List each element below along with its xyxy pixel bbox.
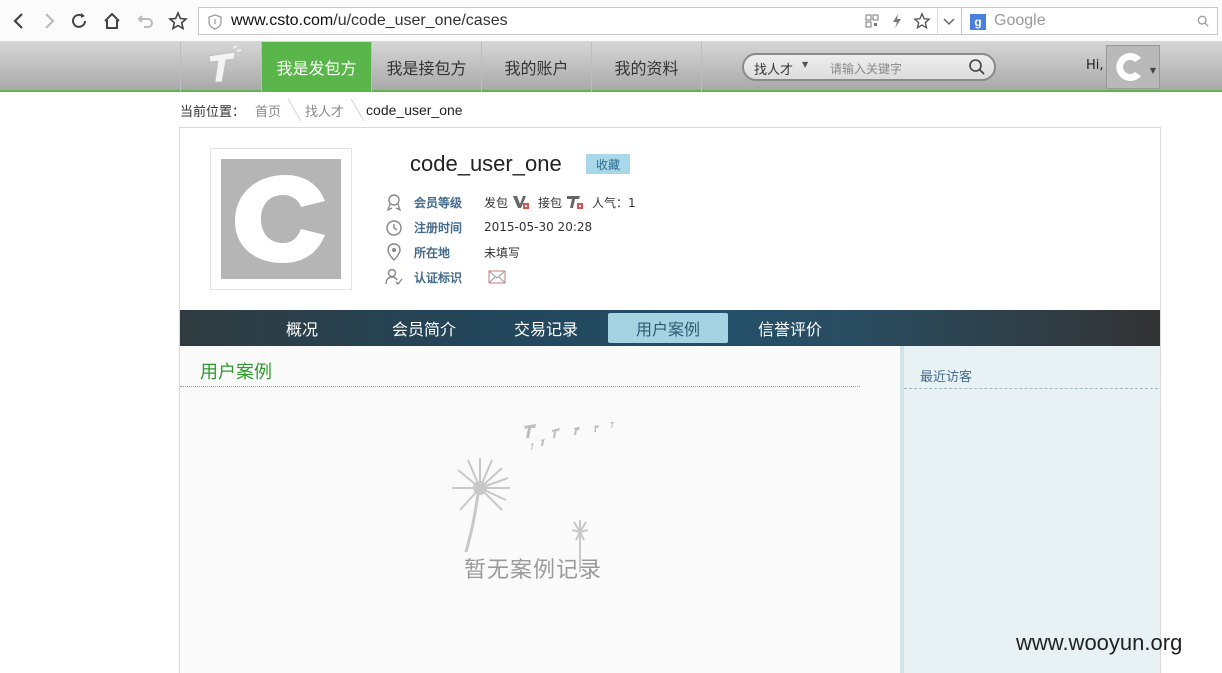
tab-intro[interactable]: 会员简介 [364,313,484,343]
avatar-letter-icon [235,175,325,263]
tab-cases[interactable]: 用户案例 [608,313,728,343]
caret-down-icon[interactable]: ▼ [1150,66,1156,75]
home-icon[interactable] [101,10,123,32]
recent-visitors-panel: 最近访客 [900,346,1160,673]
caret-down-icon[interactable]: ▼ [802,60,808,69]
back-icon[interactable] [8,10,30,32]
keyword-input[interactable]: 请输入关键字 [830,60,902,77]
member-level-row: 会员等级 发包 接包 人气：1 [384,192,636,212]
level-send-label: 发包 [484,195,509,210]
nav-contractor[interactable]: 我是接包方 [372,42,482,92]
user-avatar-menu[interactable]: ▼ [1106,45,1160,89]
url-host: www.csto.com [231,12,334,29]
member-level-label: 会员等级 [414,195,463,210]
qrcode-icon[interactable] [865,14,879,28]
breadcrumb-find-talent[interactable]: 找人才 [295,101,358,120]
section-title: 用户案例 [200,362,272,383]
clock-icon [386,220,402,236]
csto-logo-icon [208,45,242,83]
popularity: 人气：1 [592,195,636,210]
location-label: 所在地 [414,245,451,260]
user-verified-icon [385,268,403,286]
level-receive-label: 接包 [538,195,563,210]
undo-icon[interactable] [135,10,157,32]
greeting: Hi, [1086,58,1104,73]
url-text: www.csto.com/u/code_user_one/cases [231,12,508,30]
bookmark-star-icon[interactable] [167,10,189,32]
location-pin-icon [387,243,401,261]
site-search: 找人才 ▼ 请输入关键字 [742,53,996,81]
site-header: 我是发包方 我是接包方 我的账户 我的资料 找人才 ▼ 请输入关键字 Hi, ▼ [0,42,1222,92]
search-category-select[interactable]: 找人才 [754,59,793,78]
lightning-icon[interactable] [891,13,903,29]
breadcrumb-current: code_user_one [366,102,463,118]
favorite-button[interactable]: 收藏 [586,154,630,174]
section-divider [180,386,860,387]
sidebar-divider [904,388,1158,389]
chevron-down-icon[interactable] [943,18,955,26]
t-level-badge-icon [566,194,584,210]
recent-visitors-title: 最近访客 [920,370,973,385]
v-level-badge-icon [512,194,530,210]
reload-icon[interactable] [68,10,90,32]
profile-avatar-frame [210,148,352,290]
cases-panel: 用户案例 暂无案例记录 [180,346,900,673]
address-bar[interactable]: www.csto.com/u/code_user_one/cases [198,7,962,35]
breadcrumb-home[interactable]: 首页 [245,101,295,120]
register-time-value: 2015-05-30 20:28 [484,220,593,234]
forward-icon[interactable] [38,10,60,32]
breadcrumb-prefix: 当前位置： [180,104,246,120]
avatar [1116,53,1141,81]
avatar [221,159,341,279]
favorite-star-icon[interactable] [913,12,931,30]
browser-search-box[interactable]: g Google [962,7,1218,35]
certification-row: 认证标识 [384,267,506,287]
browser-search-placeholder: Google [994,12,1046,29]
tab-reviews[interactable]: 信誉评价 [730,313,850,343]
nav-employer[interactable]: 我是发包方 [262,42,372,92]
tab-transactions[interactable]: 交易记录 [486,313,606,343]
breadcrumb: 当前位置： 首页 找人才 code_user_one [180,100,463,120]
medal-icon [386,194,402,212]
browser-toolbar: www.csto.com/u/code_user_one/cases g Goo… [0,0,1222,42]
profile-username: code_user_one [410,151,562,176]
tab-overview[interactable]: 概况 [242,313,362,343]
site-logo[interactable] [180,42,262,92]
certification-label: 认证标识 [414,270,463,285]
nav-profile[interactable]: 我的资料 [592,42,702,92]
location-value: 未填写 [484,245,521,260]
empty-state-text: 暂无案例记录 [464,558,603,583]
nav-account[interactable]: 我的账户 [482,42,592,92]
email-cert-icon [488,270,506,284]
search-icon[interactable] [968,58,986,76]
google-logo-icon: g [970,14,986,30]
search-icon[interactable] [1197,15,1209,27]
watermark: www.wooyun.org [1016,630,1183,655]
url-path: /u/code_user_one/cases [333,12,508,29]
location-row: 所在地 未填写 [384,242,520,262]
dandelion-empty-illustration [452,422,614,572]
profile-tabs: 概况 会员简介 交易记录 用户案例 信誉评价 [180,310,1160,346]
shield-icon [208,14,222,30]
register-time-row: 注册时间 2015-05-30 20:28 [384,217,592,237]
profile-card: code_user_one 收藏 会员等级 发包 接包 人气：1 注册时间 20… [179,127,1161,673]
register-time-label: 注册时间 [414,220,463,235]
